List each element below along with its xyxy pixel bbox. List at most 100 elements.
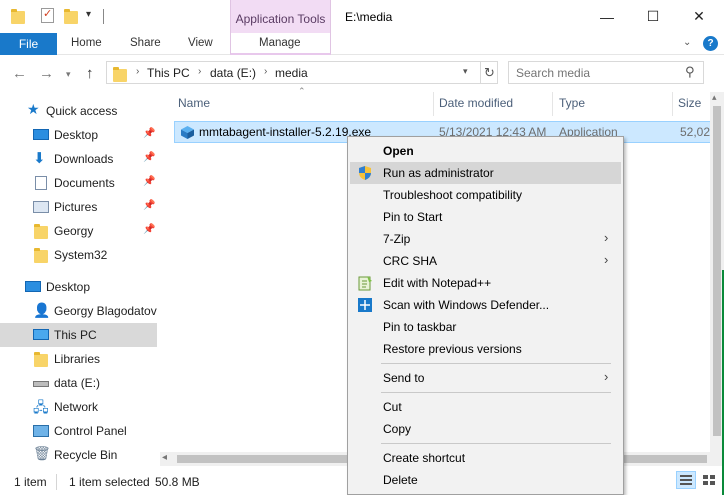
menu-item-label: Edit with Notepad++ xyxy=(383,276,492,290)
scrollbar-thumb[interactable] xyxy=(713,106,721,436)
recent-locations-icon[interactable]: ▾ xyxy=(66,69,71,80)
nav-item-documents[interactable]: Documents 📌 xyxy=(0,171,157,195)
menu-item-pin-to-start[interactable]: Pin to Start xyxy=(350,206,621,228)
menu-item-label: Pin to Start xyxy=(383,210,443,224)
new-folder-icon[interactable] xyxy=(63,8,79,24)
column-header-name[interactable]: Name xyxy=(178,96,210,110)
pin-icon[interactable]: 📌 xyxy=(143,176,155,187)
column-header-size[interactable]: Size xyxy=(678,96,701,110)
nav-item-user[interactable]: 👤 Georgy Blagodatov xyxy=(0,299,157,323)
menu-item-crc-sha[interactable]: CRC SHA › xyxy=(350,250,621,272)
menu-item-label: CRC SHA xyxy=(383,254,438,268)
tab-home[interactable]: Home xyxy=(71,37,102,49)
network-icon: 🖧 xyxy=(33,399,49,415)
nav-item-downloads[interactable]: ⬇ Downloads 📌 xyxy=(0,147,157,171)
context-menu: Open Run as administrator Troubleshoot c… xyxy=(347,136,624,495)
control-panel-icon xyxy=(33,423,49,439)
menu-item-label: Restore previous versions xyxy=(383,342,522,356)
breadcrumb-media[interactable]: media xyxy=(275,66,308,80)
up-arrow-icon[interactable]: ↑ xyxy=(86,65,94,82)
column-header-date[interactable]: Date modified xyxy=(439,96,513,110)
pin-icon[interactable]: 📌 xyxy=(143,224,155,235)
menu-item-send-to[interactable]: Send to › xyxy=(350,367,621,389)
breadcrumb-data-drive[interactable]: data (E:) xyxy=(210,66,256,80)
address-bar[interactable]: › This PC › data (E:) › media ▾ ↻ xyxy=(106,61,498,84)
properties-icon[interactable] xyxy=(40,7,56,24)
menu-item-troubleshoot[interactable]: Troubleshoot compatibility xyxy=(350,184,621,206)
sort-ascending-icon: ⌃ xyxy=(298,86,306,96)
title-bar: ▾ Application Tools E:\media — ☐ ✕ xyxy=(0,0,724,33)
menu-item-edit-notepad[interactable]: Edit with Notepad++ xyxy=(350,272,621,294)
nav-quick-access[interactable]: ★ Quick access xyxy=(0,99,157,123)
tab-share[interactable]: Share xyxy=(130,37,161,49)
nav-item-libraries[interactable]: Libraries xyxy=(0,347,157,371)
search-input[interactable] xyxy=(509,62,679,83)
breadcrumb-this-pc[interactable]: This PC xyxy=(147,66,190,80)
application-tools-tab: Application Tools xyxy=(230,0,331,33)
menu-item-label: Delete xyxy=(383,473,418,487)
expand-ribbon-icon[interactable]: ⌄ xyxy=(683,37,691,48)
nav-item-recycle-bin[interactable]: 🗑 Recycle Bin xyxy=(0,443,157,467)
pin-icon[interactable]: 📌 xyxy=(143,128,155,139)
back-arrow-icon[interactable]: ← xyxy=(12,65,27,82)
tab-file[interactable]: File xyxy=(0,33,57,55)
folder-icon[interactable] xyxy=(10,8,26,24)
menu-item-copy[interactable]: Copy xyxy=(350,418,621,440)
computer-icon xyxy=(33,327,49,343)
drive-icon xyxy=(33,375,49,391)
customize-quick-access-icon[interactable]: ▾ xyxy=(86,9,91,20)
tab-manage[interactable]: Manage xyxy=(259,37,301,49)
close-button[interactable]: ✕ xyxy=(676,0,722,33)
column-header-type[interactable]: Type xyxy=(559,96,585,110)
column-divider[interactable] xyxy=(433,92,434,116)
navigation-pane: ★ Quick access Desktop 📌 ⬇ Downloads 📌 D… xyxy=(0,92,160,466)
chevron-down-icon[interactable]: ▾ xyxy=(463,66,468,77)
pin-icon[interactable]: 📌 xyxy=(143,152,155,163)
nav-item-network[interactable]: 🖧 Network xyxy=(0,395,157,419)
nav-item-georgy[interactable]: Georgy 📌 xyxy=(0,219,157,243)
nav-label: Desktop xyxy=(54,128,99,142)
details-view-icon[interactable] xyxy=(676,471,696,489)
menu-item-label: 7-Zip xyxy=(383,232,411,246)
scroll-left-icon[interactable]: ◂ xyxy=(162,452,167,463)
menu-item-label: Open xyxy=(383,144,414,158)
tab-view[interactable]: View xyxy=(188,37,213,49)
large-icons-view-icon[interactable] xyxy=(699,471,719,489)
menu-item-restore-versions[interactable]: Restore previous versions xyxy=(350,338,621,360)
nav-item-desktop-root[interactable]: Desktop xyxy=(0,275,157,299)
scroll-up-icon[interactable]: ▴ xyxy=(712,92,717,103)
maximize-button[interactable]: ☐ xyxy=(630,0,676,33)
file-size: 52,02 xyxy=(680,125,711,139)
nav-item-desktop[interactable]: Desktop 📌 xyxy=(0,123,157,147)
nav-label: Documents xyxy=(54,176,115,190)
forward-arrow-icon[interactable]: → xyxy=(39,65,54,82)
address-row: ← → ▾ ↑ › This PC › data (E:) › media ▾ … xyxy=(0,56,724,90)
menu-item-pin-to-taskbar[interactable]: Pin to taskbar xyxy=(350,316,621,338)
column-divider[interactable] xyxy=(552,92,553,116)
column-divider[interactable] xyxy=(672,92,673,116)
refresh-icon[interactable]: ↻ xyxy=(480,62,498,83)
folder-icon xyxy=(33,223,49,239)
nav-item-system32[interactable]: System32 xyxy=(0,243,157,267)
search-icon[interactable]: ⚲ xyxy=(685,64,695,80)
nav-item-this-pc[interactable]: This PC xyxy=(0,323,157,347)
pin-icon[interactable]: 📌 xyxy=(143,200,155,211)
help-icon[interactable]: ? xyxy=(703,36,718,51)
chevron-right-icon[interactable]: › xyxy=(198,66,201,77)
nav-item-pictures[interactable]: Pictures 📌 xyxy=(0,195,157,219)
minimize-button[interactable]: — xyxy=(584,0,630,33)
menu-item-open[interactable]: Open xyxy=(350,140,621,162)
nav-label: Georgy xyxy=(54,224,94,238)
menu-item-cut[interactable]: Cut xyxy=(350,396,621,418)
menu-item-create-shortcut[interactable]: Create shortcut xyxy=(350,447,621,469)
menu-item-run-as-administrator[interactable]: Run as administrator xyxy=(350,162,621,184)
nav-item-control-panel[interactable]: Control Panel xyxy=(0,419,157,443)
menu-item-delete[interactable]: Delete xyxy=(350,469,621,491)
menu-item-7zip[interactable]: 7-Zip › xyxy=(350,228,621,250)
chevron-right-icon[interactable]: › xyxy=(136,66,139,77)
libraries-icon xyxy=(33,351,49,367)
desktop-icon xyxy=(25,279,41,295)
menu-item-scan-defender[interactable]: Scan with Windows Defender... xyxy=(350,294,621,316)
nav-item-data-drive[interactable]: data (E:) xyxy=(0,371,157,395)
chevron-right-icon[interactable]: › xyxy=(264,66,267,77)
